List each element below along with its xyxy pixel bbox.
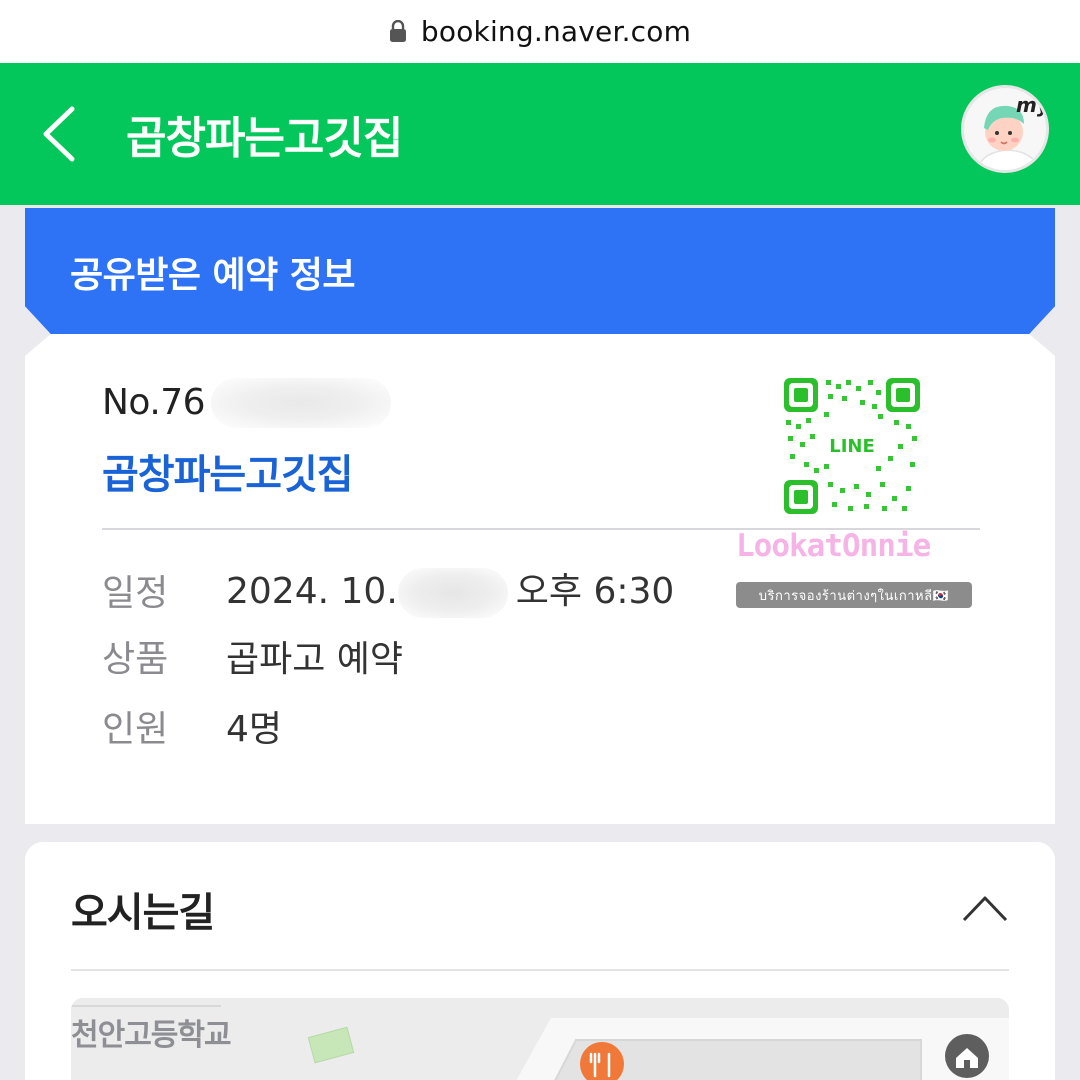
my-page-avatar-button[interactable]: my (961, 85, 1049, 173)
shared-reservation-banner: 공유받은 예약 정보 (25, 208, 1055, 334)
schedule-date: 2024. 10. (226, 571, 398, 612)
browser-url-bar[interactable]: booking.naver.com (0, 0, 1080, 63)
directions-card: 오시는길 천안고등학교 (25, 842, 1055, 1080)
product-label: 상품 (102, 639, 169, 680)
map-place-label: 천안고등학교 (71, 1018, 232, 1053)
location-map[interactable]: 천안고등학교 (71, 998, 1009, 1080)
line-qr-code: LINE (784, 378, 920, 514)
directions-title: 오시는길 (71, 890, 215, 936)
banner-title: 공유받은 예약 정보 (70, 255, 356, 296)
avatar-label: my (1016, 93, 1049, 117)
people-value: 4명 (226, 709, 283, 750)
watermark-caption: บริการจองร้านต่างๆในเกาหลี🇰🇷 (736, 582, 972, 608)
schedule-label: 일정 (102, 573, 169, 614)
schedule-time: 오후 6:30 (515, 571, 675, 612)
page-title: 곱창파는고깃집 (126, 113, 403, 164)
directions-divider (71, 969, 1009, 971)
schedule-value: 2024. 10. 오후 6:30 (226, 562, 674, 618)
schedule-row: 일정 2024. 10. 오후 6:30 (102, 562, 674, 618)
people-row: 인원 4명 (102, 700, 282, 752)
people-label: 인원 (102, 709, 169, 750)
avatar-icon: my (964, 88, 1049, 170)
back-button[interactable] (36, 103, 82, 165)
qr-line-label: LINE (829, 436, 875, 457)
redacted-booking-number (211, 378, 391, 428)
restaurant-name-link[interactable]: 곱창파는고깃집 (102, 442, 354, 500)
watermark-brand: LookatOnnie (736, 528, 931, 564)
redacted-date (397, 568, 508, 618)
app-header: 곱창파는고깃집 my (0, 63, 1080, 205)
chevron-up-icon[interactable] (960, 892, 1010, 926)
product-value: 곱파고 예약 (226, 639, 404, 680)
product-row: 상품 곱파고 예약 (102, 630, 403, 682)
url-text: booking.naver.com (420, 15, 692, 48)
booking-number: No.76 (102, 382, 206, 423)
lock-icon (389, 19, 406, 42)
